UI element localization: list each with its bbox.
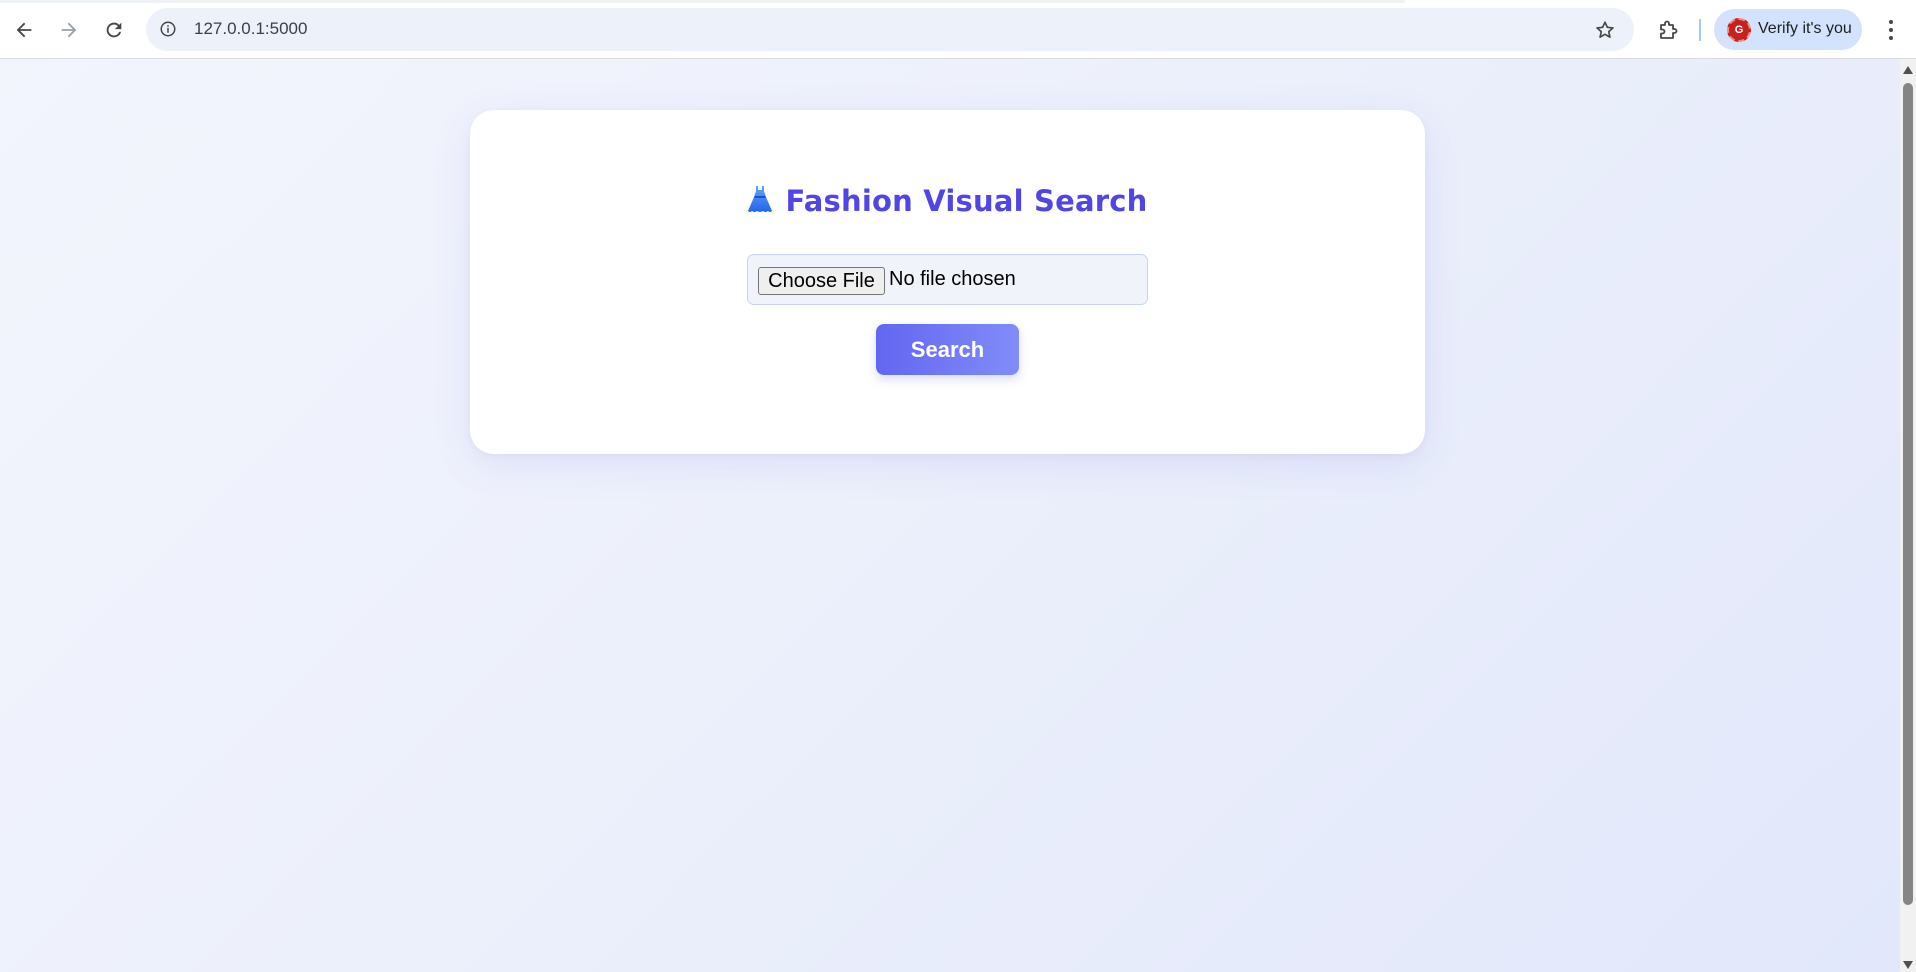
scrollbar-thumb[interactable] (1903, 83, 1913, 905)
toolbar-divider (1699, 19, 1701, 41)
search-button[interactable]: Search (876, 324, 1019, 375)
browser-toolbar: 127.0.0.1:5000 G Verify it's you (0, 0, 1916, 59)
profile-verify-button[interactable]: G Verify it's you (1714, 9, 1862, 50)
page-viewport: Fashion Visual Search Choose File No fil… (0, 59, 1900, 972)
page-title-text: Fashion Visual Search (785, 184, 1148, 218)
arrow-left-icon (16, 22, 32, 38)
forward-button[interactable] (52, 13, 86, 47)
reload-icon (106, 22, 122, 38)
page-title: Fashion Visual Search (470, 184, 1425, 222)
vertical-scrollbar[interactable] (1900, 59, 1916, 972)
star-icon[interactable] (1592, 17, 1618, 43)
extensions-button[interactable] (1652, 14, 1684, 46)
choose-file-button[interactable]: Choose File (758, 267, 885, 295)
url-text[interactable]: 127.0.0.1:5000 (194, 19, 307, 39)
reload-button[interactable] (97, 13, 131, 47)
kebab-menu-icon[interactable] (1880, 14, 1902, 46)
file-input[interactable]: Choose File No file chosen (747, 254, 1148, 305)
address-bar[interactable]: 127.0.0.1:5000 (146, 8, 1634, 51)
dress-icon (747, 185, 773, 222)
scroll-down-arrow-icon[interactable] (1903, 961, 1913, 969)
avatar: G (1727, 18, 1751, 42)
profile-verify-label: Verify it's you (1758, 20, 1852, 37)
loading-bar (0, 0, 1405, 3)
search-card: Fashion Visual Search Choose File No fil… (470, 110, 1425, 454)
puzzle-icon (1660, 20, 1678, 39)
back-button[interactable] (7, 13, 41, 47)
info-icon[interactable] (157, 18, 179, 40)
arrow-right-icon (61, 22, 77, 38)
file-status-text: No file chosen (889, 268, 1016, 290)
scroll-up-arrow-icon[interactable] (1903, 66, 1913, 74)
